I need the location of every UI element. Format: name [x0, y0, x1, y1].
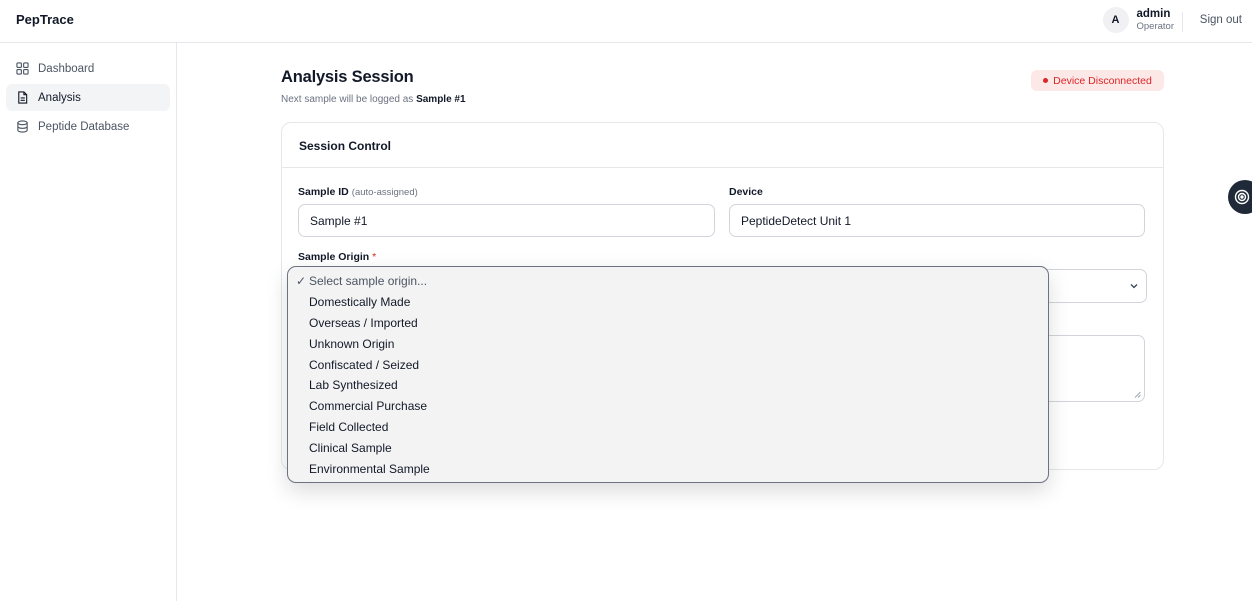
top-bar: PepTrace A admin Operator Sign out — [0, 0, 1252, 43]
dropdown-option[interactable]: Commercial Purchase — [288, 396, 1048, 417]
device-field[interactable]: PeptideDetect Unit 1 — [729, 204, 1145, 237]
dropdown-option[interactable]: Confiscated / Seized — [288, 354, 1048, 375]
dropdown-option[interactable]: Environmental Sample — [288, 458, 1048, 479]
sample-origin-label-text: Sample Origin — [298, 251, 370, 263]
user-role: Operator — [1136, 20, 1175, 32]
sample-id-label-text: Sample ID — [298, 186, 349, 198]
database-icon — [17, 120, 28, 133]
sidebar-item-label: Dashboard — [38, 62, 95, 75]
subtitle-text: Next sample will be logged as — [281, 94, 414, 105]
target-icon — [1234, 189, 1250, 205]
sample-origin-dropdown[interactable]: ✓ Select sample origin... Domestically M… — [287, 266, 1049, 483]
sidebar-item-dashboard[interactable]: Dashboard — [6, 55, 170, 82]
card-title: Session Control — [299, 139, 392, 153]
card-header: Session Control — [282, 123, 1163, 168]
status-dot-icon — [1043, 78, 1049, 83]
sample-origin-select[interactable] — [1035, 269, 1147, 303]
dropdown-option[interactable]: Unknown Origin — [288, 333, 1048, 354]
sidebar-item-analysis[interactable]: Analysis — [6, 84, 170, 111]
user-name: admin — [1136, 8, 1171, 20]
sidebar-item-label: Peptide Database — [38, 120, 130, 133]
sign-out-button[interactable]: Sign out — [1200, 14, 1242, 26]
document-icon — [18, 91, 28, 104]
grid-icon — [16, 62, 29, 75]
dropdown-option-label: Select sample origin... — [309, 274, 428, 289]
divider — [1182, 12, 1183, 32]
dropdown-option[interactable]: Domestically Made — [288, 292, 1048, 313]
checkmark-icon: ✓ — [296, 274, 307, 289]
sidebar: Dashboard Analysis Peptide Database — [0, 43, 177, 601]
sample-id-field[interactable]: Sample #1 — [298, 204, 715, 237]
dropdown-option[interactable]: Lab Synthesized — [288, 375, 1048, 396]
status-text: Device Disconnected — [1053, 74, 1152, 87]
sample-id-label: Sample ID (auto-assigned) — [298, 186, 418, 198]
next-sample-id: Sample #1 — [416, 94, 466, 105]
floating-assistant-button[interactable] — [1228, 180, 1252, 214]
brand-logo[interactable]: PepTrace — [16, 12, 74, 27]
user-menu[interactable]: A admin Operator — [1102, 7, 1175, 33]
user-info: admin Operator — [1136, 8, 1175, 32]
avatar[interactable]: A — [1102, 7, 1129, 33]
resize-grip-icon[interactable] — [1134, 391, 1141, 398]
notes-textarea[interactable] — [1035, 335, 1145, 402]
sample-origin-label: Sample Origin * — [298, 251, 376, 263]
dropdown-option-placeholder[interactable]: ✓ Select sample origin... — [288, 271, 1048, 292]
dropdown-option[interactable]: Field Collected — [288, 417, 1048, 438]
dropdown-option[interactable]: Clinical Sample — [288, 437, 1048, 458]
chevron-down-icon — [1130, 284, 1138, 289]
sample-id-hint: (auto-assigned) — [351, 187, 418, 198]
device-label: Device — [729, 186, 763, 198]
status-badge: Device Disconnected — [1031, 70, 1164, 91]
sidebar-item-peptide-database[interactable]: Peptide Database — [6, 113, 170, 140]
page-title: Analysis Session — [281, 68, 414, 86]
page-subtitle: Next sample will be logged as Sample #1 — [281, 94, 466, 105]
dropdown-option[interactable]: Overseas / Imported — [288, 313, 1048, 334]
sidebar-item-label: Analysis — [38, 91, 81, 104]
required-marker: * — [372, 251, 377, 263]
